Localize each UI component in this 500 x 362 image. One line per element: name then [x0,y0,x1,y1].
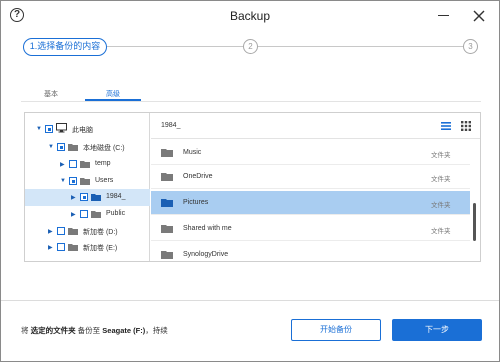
checkbox[interactable] [69,177,77,185]
backup-window: ? Backup 1.选择备份的内容 2 3 基本 高级 ▼ 此电脑 ▼ 本地磁… [0,0,500,362]
current-path: 1984_ [161,122,181,129]
grid-view-icon[interactable] [461,121,471,131]
tree-item-label: 1984_ [106,193,126,200]
tree-item-drive-c[interactable]: ▼ 本地磁盘 (C:) [25,139,150,156]
tree-item-label: 此电脑 [72,127,93,134]
checkbox[interactable] [80,210,88,218]
expand-icon[interactable]: ▶ [48,244,53,251]
tree-item-users[interactable]: ▼ Users [25,173,150,190]
next-button[interactable]: 下一步 [392,319,482,341]
folder-icon [161,173,173,181]
expand-icon[interactable]: ▶ [71,194,76,201]
folder-icon [161,225,173,233]
file-row[interactable]: Music 文件夹 [151,141,470,165]
summary-selected: 选定的文件夹 [30,326,76,335]
file-name: SynologyDrive [183,251,229,258]
tab-divider [21,101,481,102]
checkbox[interactable] [57,143,65,151]
start-backup-button[interactable]: 开始备份 [291,319,381,341]
computer-icon [56,123,67,133]
vertical-scrollbar[interactable] [473,203,476,241]
summary-suffix: ，持续 [145,326,168,335]
file-browser-panel: ▼ 此电脑 ▼ 本地磁盘 (C:) ▶ temp ▼ Users ▶ 1984_… [24,112,481,262]
expand-icon[interactable]: ▼ [36,126,42,132]
file-row[interactable]: SynologyDrive [151,243,470,261]
file-name: Shared with me [183,225,232,232]
folder-icon [161,251,173,259]
tree-item-drive-e[interactable]: ▶ 新加卷 (E:) [25,239,150,256]
file-row[interactable]: OneDrive 文件夹 [151,165,470,189]
tab-advanced[interactable]: 高级 [106,89,120,99]
folder-icon [161,149,173,157]
tree-item-drive-d[interactable]: ▶ 新加卷 (D:) [25,223,150,240]
summary-target: Seagate (F:) [102,326,146,335]
folder-icon [68,144,78,151]
summary-mid: 备份至 [75,326,103,335]
tree-item-label: 新加卷 (D:) [83,229,118,236]
step-1-active: 1.选择备份的内容 [23,38,107,56]
checkbox[interactable] [45,125,53,133]
step-2-circle: 2 [243,39,258,54]
tab-basic[interactable]: 基本 [44,89,58,99]
minimize-icon[interactable] [438,15,449,17]
expand-icon[interactable]: ▶ [60,161,65,168]
tree-item-label: 本地磁盘 (C:) [83,145,125,152]
close-icon[interactable] [470,7,488,25]
checkbox[interactable] [57,243,65,251]
file-row[interactable]: Shared with me 文件夹 [151,217,470,241]
window-title: Backup [229,9,271,23]
list-view-icon[interactable] [441,122,451,130]
file-row-selected[interactable]: Pictures 文件夹 [151,191,470,215]
file-type: 文件夹 [431,228,451,235]
tree-item-label: Users [95,177,114,184]
step-connector-1 [107,46,243,47]
folder-icon [91,194,101,201]
file-name: OneDrive [183,173,213,180]
path-bar: 1984_ [151,113,480,139]
folder-tree: ▼ 此电脑 ▼ 本地磁盘 (C:) ▶ temp ▼ Users ▶ 1984_… [25,113,150,261]
folder-icon [91,211,101,218]
expand-icon[interactable]: ▶ [48,228,53,235]
file-type: 文件夹 [431,202,451,209]
expand-icon[interactable]: ▼ [60,178,66,184]
checkbox[interactable] [80,193,88,201]
folder-icon [80,178,90,185]
summary-prefix: 将 [21,326,31,335]
title-bar: ? Backup [1,1,499,31]
folder-icon [68,244,78,251]
tree-item-temp[interactable]: ▶ temp [25,156,150,173]
tree-item-1984[interactable]: ▶ 1984_ [25,189,150,206]
tree-item-label: 新加卷 (E:) [83,245,118,252]
tree-item-this-pc[interactable]: ▼ 此电脑 [25,121,150,138]
step-connector-2 [258,46,463,47]
backup-summary: 将 选定的文件夹 备份至 Seagate (F:)，持续 [21,325,168,336]
tree-item-label: temp [95,160,111,167]
folder-icon [68,228,78,235]
checkbox[interactable] [57,227,65,235]
expand-icon[interactable]: ▶ [71,211,76,218]
file-name: Music [183,149,202,156]
step-3-circle: 3 [463,39,478,54]
tree-item-label: Public [106,210,126,217]
file-type: 文件夹 [431,152,451,159]
tree-item-public[interactable]: ▶ Public [25,206,150,223]
footer-divider [1,300,499,301]
folder-icon [80,161,90,168]
checkbox[interactable] [69,160,77,168]
expand-icon[interactable]: ▼ [48,144,54,150]
folder-icon [161,199,173,207]
file-type: 文件夹 [431,176,451,183]
folder-content: 1984_ Music 文件夹 OneDrive 文件夹 Pictures 文件… [151,113,480,261]
file-name: Pictures [183,199,209,206]
